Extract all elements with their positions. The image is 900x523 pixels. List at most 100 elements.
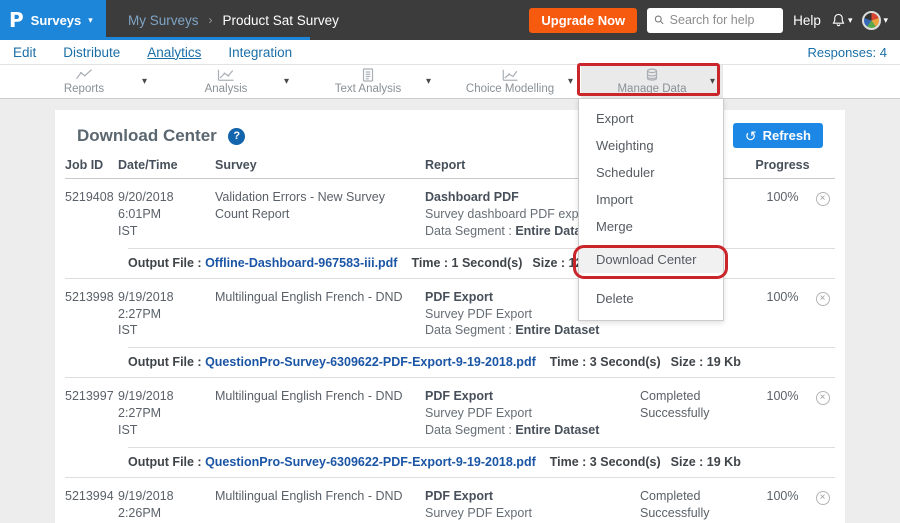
menu-item-import[interactable]: Import: [579, 186, 723, 213]
toolbar-manage-data[interactable]: Manage Data ▾: [581, 65, 723, 98]
breadcrumb-separator-icon: ›: [209, 13, 213, 27]
breadcrumb-my-surveys[interactable]: My Surveys: [128, 13, 199, 28]
header-survey: Survey: [215, 158, 425, 172]
nav-analytics[interactable]: Analytics: [147, 45, 201, 60]
avatar: [862, 11, 881, 30]
header-action: [810, 158, 835, 172]
analytics-toolbar: Reports ▾ Analysis ▾ Text Analysis ▾ Cho…: [0, 65, 900, 99]
cancel-job-icon[interactable]: ×: [816, 292, 830, 306]
output-file-link[interactable]: Offline-Dashboard-967583-iii.pdf: [205, 256, 397, 270]
page-title: Download Center: [77, 126, 217, 145]
report-cell: PDF Export Survey PDF Export Data Segmen…: [425, 388, 640, 439]
search-icon: [654, 14, 664, 26]
toolbar-analysis[interactable]: Analysis ▾: [155, 65, 297, 98]
refresh-icon: ↺: [745, 129, 757, 143]
breadcrumb-current-survey: Product Sat Survey: [223, 13, 339, 28]
notifications-button[interactable]: ▾: [831, 12, 853, 28]
status-cell: Completed Successfully: [640, 388, 755, 439]
model-chart-icon: [501, 68, 519, 82]
cancel-job-icon[interactable]: ×: [816, 391, 830, 405]
manage-data-dropdown: Export Weighting Scheduler Import Merge …: [578, 98, 724, 321]
header-progress: Progress: [755, 158, 810, 172]
menu-item-export[interactable]: Export: [579, 105, 723, 132]
page-content: Download Center ? ↺ Refresh Job ID Date/…: [0, 100, 900, 523]
toolbar-text-analysis[interactable]: Text Analysis ▾: [297, 65, 439, 98]
chevron-down-icon: ▾: [848, 16, 853, 25]
document-icon: [359, 68, 377, 82]
chevron-down-icon: ▾: [710, 76, 715, 87]
date-cell: 9/19/2018 2:27PMIST: [118, 289, 215, 340]
menu-item-merge[interactable]: Merge: [579, 213, 723, 240]
nav-integration[interactable]: Integration: [228, 45, 292, 60]
survey-nav: Edit Distribute Analytics Integration Re…: [0, 40, 900, 65]
job-id-cell: 5213998: [65, 289, 118, 340]
progress-cell: 100%: [755, 289, 810, 340]
header-job-id: Job ID: [65, 158, 118, 172]
toolbar-reports[interactable]: Reports ▾: [13, 65, 155, 98]
chevron-down-icon: ▾: [883, 16, 888, 25]
brand-logo: P: [9, 8, 24, 32]
menu-item-delete[interactable]: Delete: [579, 285, 723, 312]
database-icon: [643, 68, 661, 82]
toolbar-label: Text Analysis: [335, 83, 401, 95]
refresh-label: Refresh: [763, 128, 811, 143]
toolbar-label: Analysis: [205, 83, 248, 95]
chevron-down-icon: ▾: [88, 16, 93, 25]
nav-edit[interactable]: Edit: [13, 45, 36, 60]
status-cell: Completed Successfully: [640, 488, 755, 523]
progress-cell: 100%: [755, 189, 810, 240]
nav-distribute[interactable]: Distribute: [63, 45, 120, 60]
survey-cell: Multilingual English French - DND: [215, 289, 425, 340]
chevron-down-icon: ▾: [284, 76, 289, 87]
responses-count: Responses: 4: [808, 45, 888, 60]
toolbar-label: Manage Data: [617, 83, 686, 95]
refresh-button[interactable]: ↺ Refresh: [733, 123, 823, 148]
date-cell: 9/19/2018 2:26PMIST: [118, 488, 215, 523]
toolbar-choice-modelling[interactable]: Choice Modelling ▾: [439, 65, 581, 98]
upgrade-now-button[interactable]: Upgrade Now: [529, 8, 637, 33]
toolbar-label: Choice Modelling: [466, 83, 554, 95]
date-cell: 9/19/2018 2:27PMIST: [118, 388, 215, 439]
menu-item-scheduler[interactable]: Scheduler: [579, 159, 723, 186]
table-row: 5213997 9/19/2018 2:27PMIST Multilingual…: [65, 378, 835, 478]
app-menu-surveys[interactable]: P Surveys ▾: [0, 0, 106, 40]
cancel-job-icon[interactable]: ×: [816, 491, 830, 505]
progress-cell: 100%: [755, 388, 810, 439]
trend-chart-icon: [217, 68, 235, 82]
survey-cell: Multilingual English French - DND: [215, 488, 425, 523]
search-input[interactable]: [670, 13, 777, 27]
output-file-link[interactable]: QuestionPro-Survey-6309622-PDF-Export-9-…: [205, 355, 536, 369]
header-date-time: Date/Time: [118, 158, 215, 172]
job-id-cell: 5219408: [65, 189, 118, 240]
help-tooltip-icon[interactable]: ?: [228, 128, 245, 145]
survey-cell: Validation Errors - New Survey Count Rep…: [215, 189, 425, 240]
menu-item-weighting[interactable]: Weighting: [579, 132, 723, 159]
jobs-table: Job ID Date/Time Survey Report Progress …: [55, 158, 845, 523]
report-cell: PDF Export Survey PDF Export Data Segmen…: [425, 488, 640, 523]
help-link[interactable]: Help: [793, 13, 821, 28]
table-row: 5213994 9/19/2018 2:26PMIST Multilingual…: [65, 478, 835, 523]
download-center-card: Download Center ? ↺ Refresh Job ID Date/…: [55, 110, 845, 523]
chevron-down-icon: ▾: [426, 76, 431, 87]
help-search-box[interactable]: [647, 8, 783, 33]
chevron-down-icon: ▾: [568, 76, 573, 87]
date-cell: 9/20/2018 6:01PMIST: [118, 189, 215, 240]
app-menu-label: Surveys: [31, 13, 82, 28]
account-menu-button[interactable]: ▾: [862, 11, 888, 30]
chevron-down-icon: ▾: [142, 76, 147, 87]
toolbar-label: Reports: [64, 83, 104, 95]
top-header: P Surveys ▾ My Surveys › Product Sat Sur…: [0, 0, 900, 40]
output-file-row: Output File : Offline-Dashboard-967583-i…: [128, 248, 835, 278]
output-file-row: Output File : QuestionPro-Survey-6309622…: [128, 447, 835, 477]
bell-icon: [831, 12, 846, 28]
output-file-row: Output File : QuestionPro-Survey-6309622…: [128, 347, 835, 377]
job-id-cell: 5213997: [65, 388, 118, 439]
line-chart-icon: [75, 68, 93, 82]
breadcrumb: My Surveys › Product Sat Survey: [128, 13, 339, 28]
output-file-link[interactable]: QuestionPro-Survey-6309622-PDF-Export-9-…: [205, 455, 536, 469]
survey-cell: Multilingual English French - DND: [215, 388, 425, 439]
progress-cell: 100%: [755, 488, 810, 523]
menu-item-download-center[interactable]: Download Center: [579, 246, 723, 273]
cancel-job-icon[interactable]: ×: [816, 192, 830, 206]
job-id-cell: 5213994: [65, 488, 118, 523]
